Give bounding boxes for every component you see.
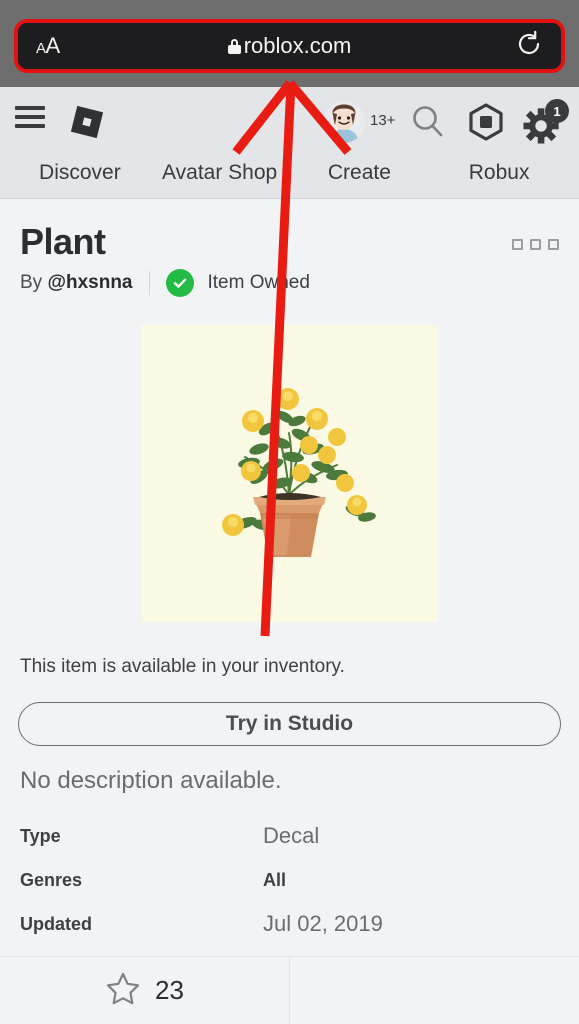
bottom-action-bar: 23 [0, 956, 579, 1024]
browser-chrome: AA roblox.com [0, 0, 579, 87]
item-details-table: Type Decal Genres All Updated Jul 02, 20… [20, 814, 560, 946]
item-image[interactable] [141, 325, 438, 622]
robux-icon[interactable] [467, 103, 505, 141]
byline: By @hxsnna Item Owned [0, 263, 579, 297]
detail-value: Decal [263, 823, 320, 848]
try-in-studio-button[interactable]: Try in Studio [18, 702, 561, 746]
url-text: roblox.com [243, 33, 352, 58]
nav-tab-avatar-shop[interactable]: Avatar Shop [150, 161, 290, 185]
url-display: roblox.com [18, 33, 561, 59]
item-owned-label: Item Owned [207, 272, 310, 293]
creator-name: @hxsnna [47, 272, 133, 293]
detail-label: Genres [20, 869, 83, 890]
age-rating-badge: 13+ [370, 112, 396, 129]
lock-icon [227, 38, 241, 54]
screen-root: AA roblox.com 13+ 1 Discover Avatar Shop… [0, 0, 579, 1024]
detail-row-genres: Genres All [20, 858, 560, 902]
overflow-menu-icon[interactable] [512, 239, 559, 250]
settings-gear-button[interactable]: 1 [523, 99, 569, 145]
reload-icon[interactable] [515, 30, 543, 63]
detail-value: Jul 02, 2019 [263, 911, 383, 936]
bottom-bar-right-cell[interactable] [290, 957, 579, 1024]
item-detail-page: Plant By @hxsnna Item Owned This item is… [0, 199, 579, 1024]
nav-tab-robux[interactable]: Robux [429, 161, 569, 185]
check-icon [165, 269, 194, 297]
detail-label: Type [20, 825, 61, 846]
header-icon-row: 13+ 1 [0, 87, 579, 149]
nav-tab-discover[interactable]: Discover [10, 161, 150, 185]
address-bar[interactable]: AA roblox.com [14, 19, 565, 73]
notification-count-badge: 1 [545, 99, 569, 123]
hamburger-menu-icon[interactable] [15, 106, 45, 128]
inventory-note: This item is available in your inventory… [20, 656, 345, 677]
creator-link[interactable]: By @hxsnna [20, 272, 133, 294]
potted-plant-illustration [141, 325, 438, 622]
star-outline-icon [105, 971, 141, 1011]
nav-tab-create[interactable]: Create [290, 161, 430, 185]
roblox-header: 13+ 1 Discover Avatar Shop Create Robux [0, 87, 579, 199]
by-prefix: By [20, 272, 48, 293]
byline-divider [148, 271, 150, 295]
page-title: Plant [20, 221, 106, 262]
roblox-logo-icon[interactable] [68, 103, 106, 141]
detail-row-updated: Updated Jul 02, 2019 [20, 902, 560, 946]
detail-value: All [263, 869, 287, 890]
detail-label: Updated [20, 913, 92, 934]
nav-tab-bar: Discover Avatar Shop Create Robux [0, 149, 579, 197]
text-size-button[interactable]: AA [36, 35, 60, 57]
title-row: Plant [0, 199, 579, 263]
search-icon[interactable] [410, 103, 446, 141]
item-description: No description available. [20, 767, 282, 794]
favorite-count: 23 [155, 975, 184, 1005]
user-avatar[interactable] [323, 101, 365, 143]
detail-row-type: Type Decal [20, 814, 560, 858]
text-size-large-label: A [45, 33, 61, 58]
favorite-button[interactable]: 23 [0, 957, 290, 1024]
text-size-small-label: A [36, 40, 46, 57]
